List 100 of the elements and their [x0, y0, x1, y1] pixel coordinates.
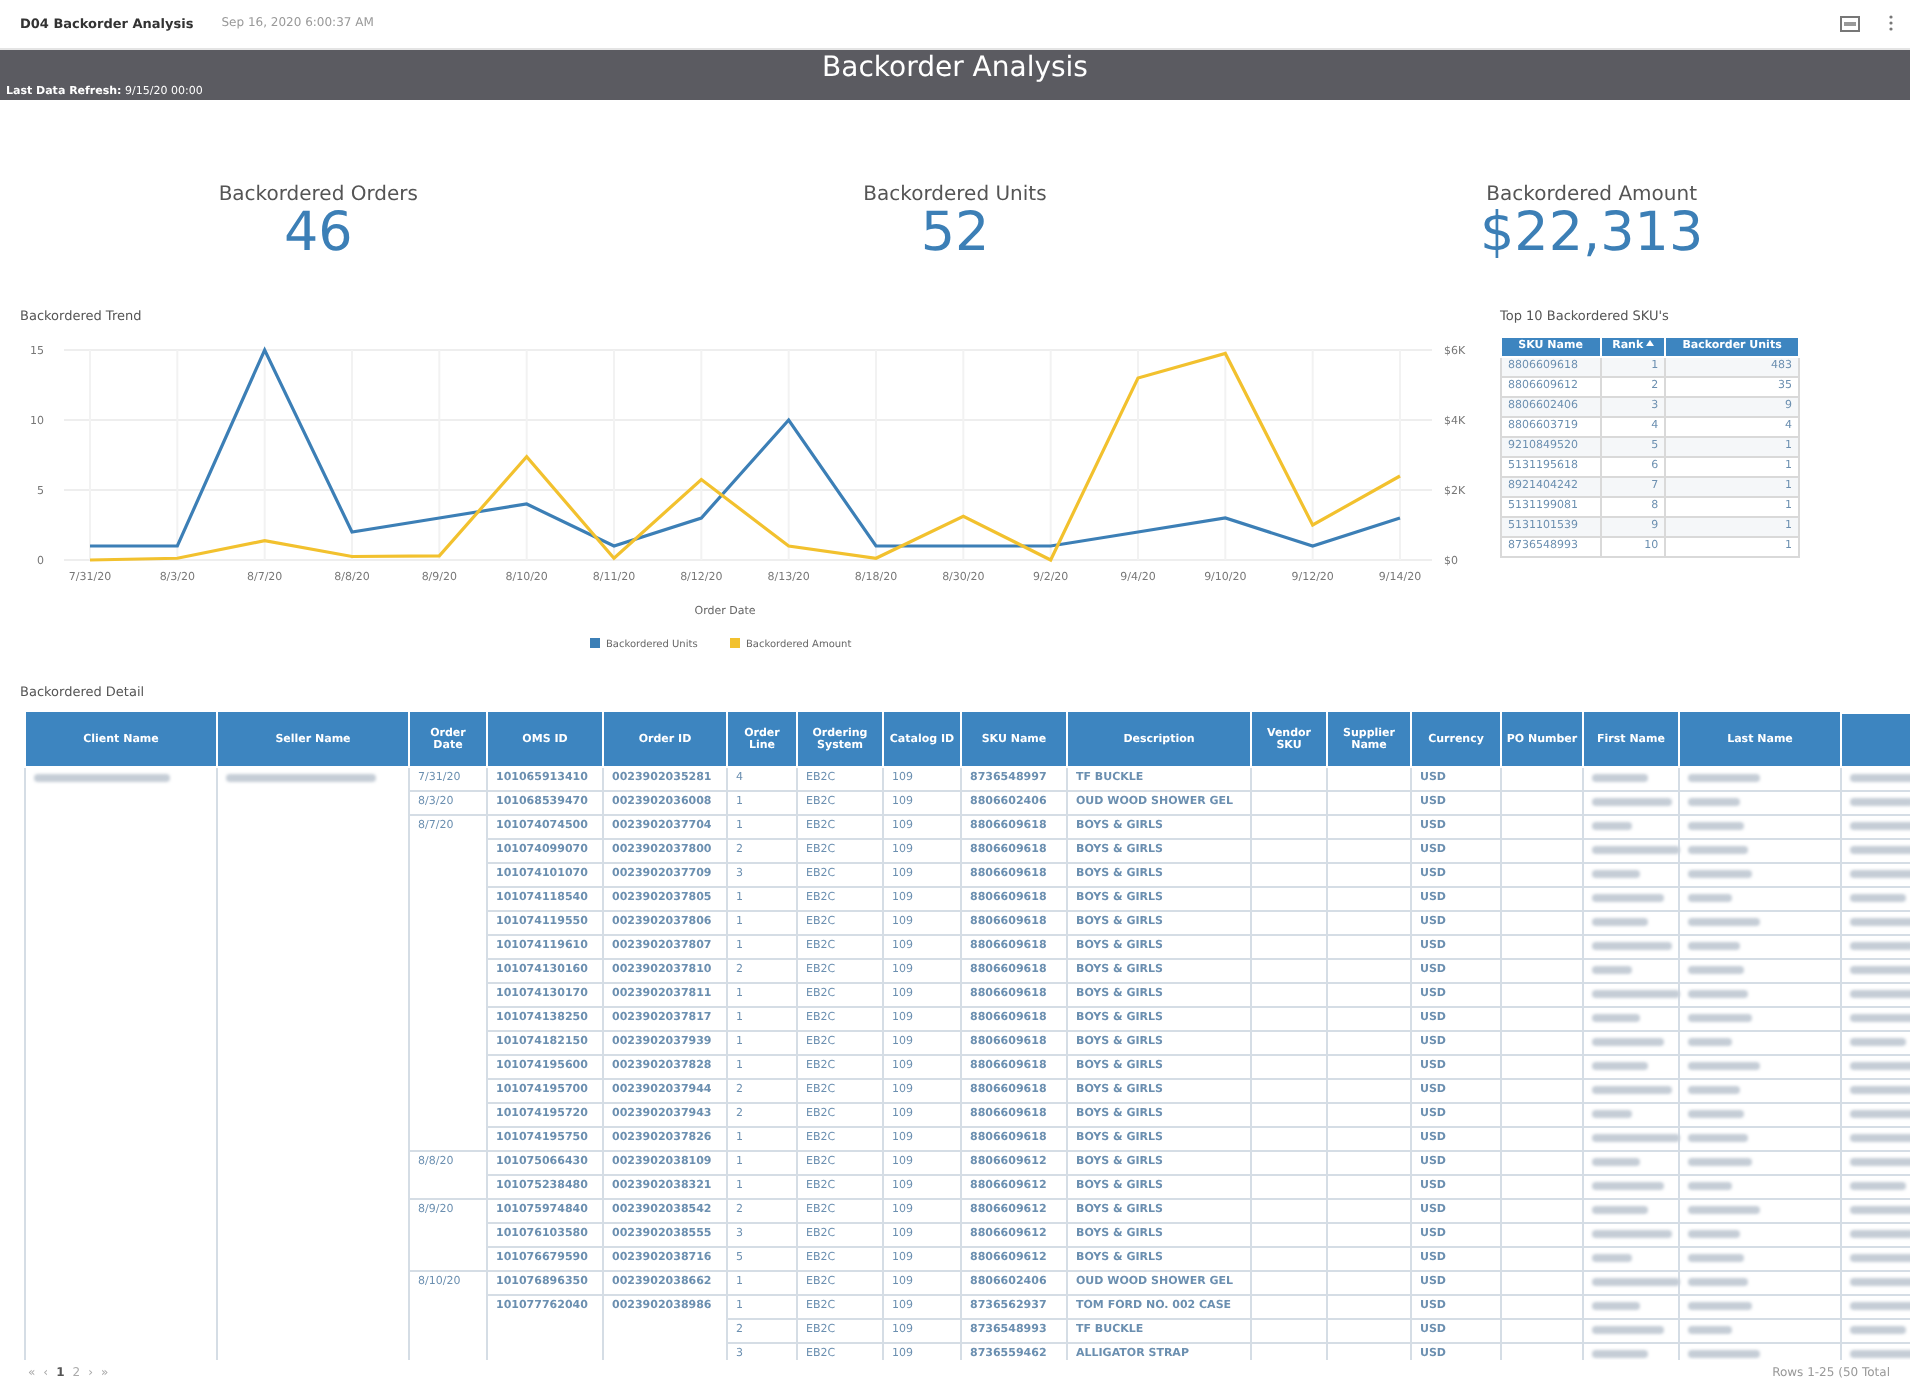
blurred-text — [1592, 1038, 1664, 1046]
blurred-text — [1592, 870, 1640, 878]
blurred-text — [1688, 918, 1760, 926]
kpi-label: Backordered Amount — [1486, 184, 1697, 207]
table-cell — [1251, 1127, 1327, 1151]
table-cell — [1327, 1271, 1411, 1295]
table-cell — [1327, 863, 1411, 887]
table-cell — [1327, 791, 1411, 815]
table-cell — [1327, 839, 1411, 863]
table-cell — [1251, 1223, 1327, 1247]
blurred-text — [1592, 966, 1632, 974]
blurred-text — [1850, 846, 1910, 854]
blurred-text — [1592, 1062, 1648, 1070]
table-cell — [1251, 1247, 1327, 1271]
blurred-text — [1850, 942, 1910, 950]
table-cell — [1327, 911, 1411, 935]
table-cell — [1327, 1151, 1411, 1175]
blurred-text — [1850, 1278, 1910, 1286]
table-cell — [1251, 1007, 1327, 1031]
blurred-text — [1592, 1086, 1672, 1094]
blurred-text — [1850, 1086, 1910, 1094]
table-cell — [1327, 1295, 1411, 1319]
blurred-text — [1850, 1182, 1906, 1190]
table-cell — [1327, 887, 1411, 911]
blurred-text — [1688, 942, 1740, 950]
sort-icon — [1645, 340, 1654, 347]
blurred-text — [1592, 1254, 1632, 1262]
blurred-text — [1688, 1062, 1760, 1070]
blurred-text — [1850, 1230, 1910, 1238]
table-cell — [1327, 1199, 1411, 1223]
table-cell — [1251, 935, 1327, 959]
table-cell — [1251, 1199, 1327, 1223]
table-cell — [1327, 1079, 1411, 1103]
table-cell — [1251, 983, 1327, 1007]
table-cell — [1327, 1055, 1411, 1079]
blurred-text — [1688, 1158, 1752, 1166]
blurred-text — [1688, 798, 1740, 806]
more-icon[interactable] — [1888, 14, 1894, 33]
blurred-text — [1592, 1230, 1672, 1238]
blurred-text — [1688, 846, 1748, 854]
blurred-text — [1592, 1158, 1640, 1166]
table-cell — [1251, 839, 1327, 863]
table-cell — [1251, 1151, 1327, 1175]
export-icon[interactable] — [1840, 15, 1860, 32]
blurred-text — [1688, 1230, 1740, 1238]
blurred-text — [1592, 1110, 1632, 1118]
table-cell — [1327, 1247, 1411, 1271]
blurred-text — [1850, 894, 1906, 902]
blurred-text — [1688, 1014, 1752, 1022]
table-cell — [1251, 767, 1327, 791]
table-cell — [1327, 1103, 1411, 1127]
table-cell — [1251, 911, 1327, 935]
blurred-text — [1688, 1326, 1732, 1334]
blurred-text — [1592, 942, 1672, 950]
legend-swatch — [590, 637, 600, 648]
blurred-text — [1688, 1350, 1760, 1358]
kpi-value: $22,313 — [1480, 206, 1704, 263]
blurred-text — [1688, 1134, 1748, 1142]
blurred-text — [1688, 1182, 1732, 1190]
blurred-text — [1592, 1182, 1664, 1190]
blurred-text — [1592, 822, 1632, 830]
table-cell — [1251, 863, 1327, 887]
table-cell — [1251, 1295, 1327, 1319]
table-cell — [1251, 791, 1327, 815]
blurred-text — [1688, 1110, 1744, 1118]
table-cell — [1327, 815, 1411, 839]
blurred-text — [1688, 990, 1748, 998]
table-cell — [1251, 1271, 1327, 1295]
blurred-text — [1688, 966, 1744, 974]
blurred-text — [1688, 870, 1752, 878]
kpi-value: 52 — [920, 206, 990, 263]
blurred-text — [1592, 894, 1664, 902]
kpi-label: Backordered Orders — [218, 184, 418, 207]
page-title: Backorder Analysis — [822, 51, 1088, 84]
blurred-text — [1688, 1254, 1744, 1262]
table-cell — [1327, 1127, 1411, 1151]
table-cell — [1251, 1175, 1327, 1199]
table-cell — [1251, 1319, 1327, 1343]
table-cell — [1327, 1031, 1411, 1055]
table-cell — [1251, 887, 1327, 911]
blurred-text — [1688, 1302, 1752, 1310]
blurred-text — [1688, 774, 1760, 782]
table-cell — [1327, 1175, 1411, 1199]
kpi-value: 46 — [283, 206, 353, 263]
blurred-text — [1592, 1014, 1640, 1022]
blurred-text — [1688, 894, 1732, 902]
blurred-text — [1592, 846, 1680, 854]
table-cell — [1251, 815, 1327, 839]
blurred-text — [1592, 798, 1672, 806]
blurred-text — [1592, 990, 1680, 998]
blurred-text — [1688, 1038, 1732, 1046]
blurred-text — [1850, 1254, 1910, 1262]
table-cell — [1251, 959, 1327, 983]
blurred-text — [1592, 1302, 1640, 1310]
table-cell — [1327, 983, 1411, 1007]
table-cell — [1327, 959, 1411, 983]
table-cell — [1251, 1055, 1327, 1079]
blurred-text — [1688, 1206, 1760, 1214]
blurred-text — [1850, 1110, 1910, 1118]
blurred-text — [1688, 822, 1744, 830]
